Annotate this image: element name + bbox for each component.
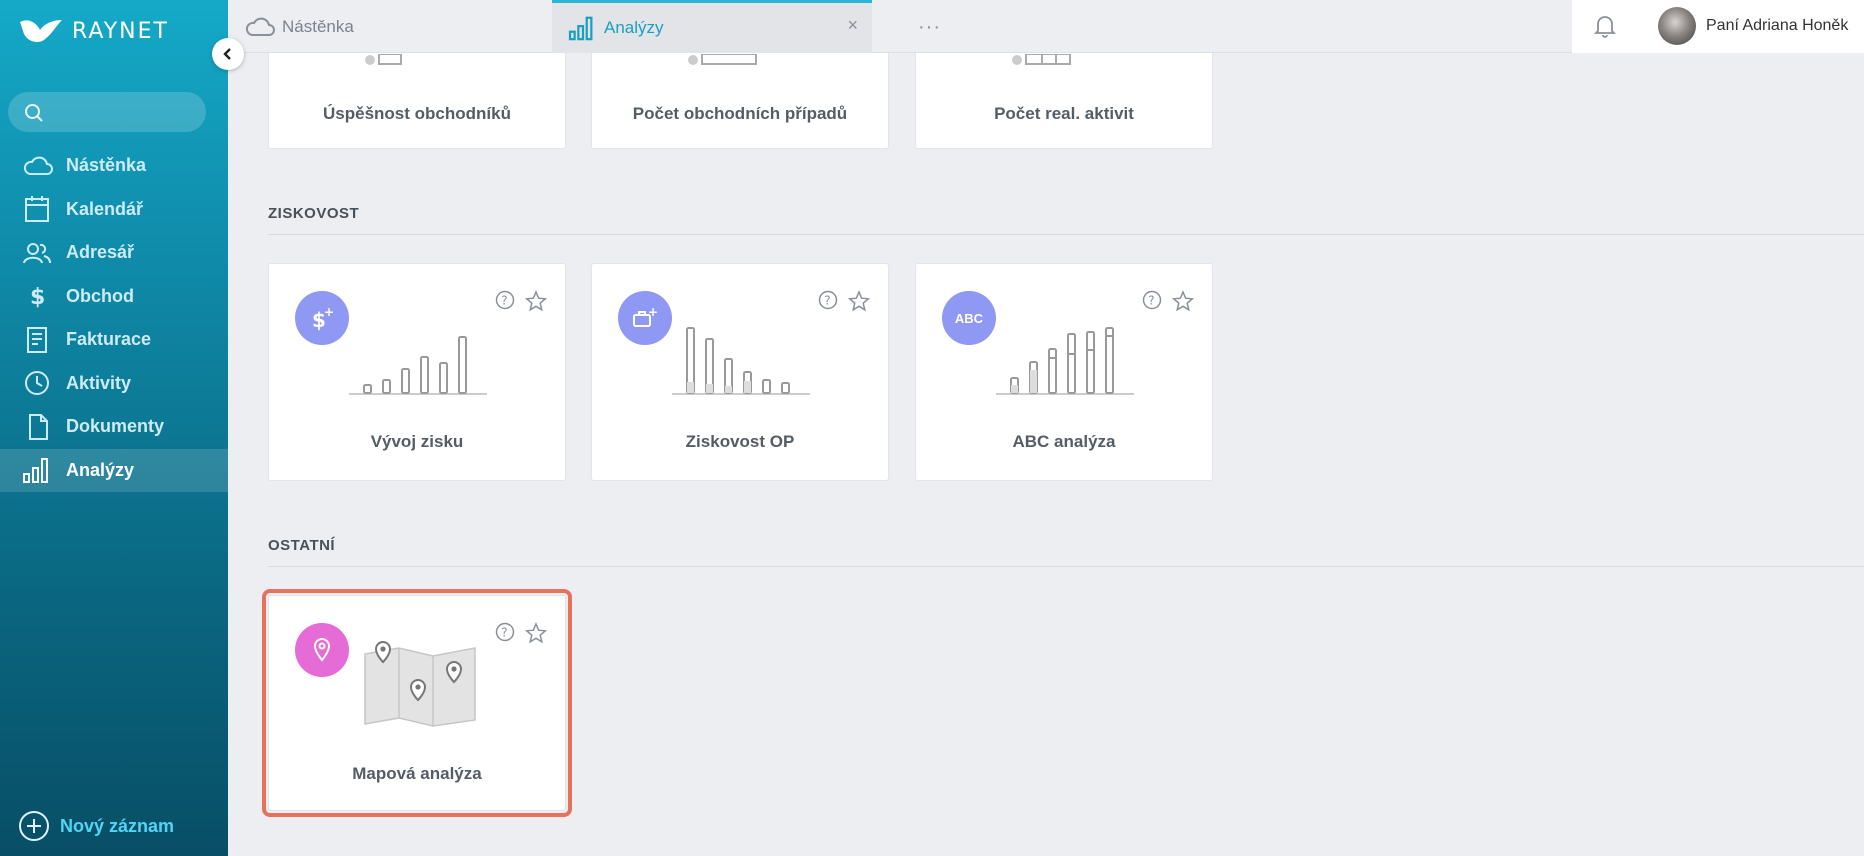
sidebar-item-analyzy[interactable]: Analýzy [0, 448, 228, 492]
document-icon [29, 413, 48, 440]
sidebar-item-label: Adresář [66, 242, 135, 263]
invoice-icon [27, 326, 47, 353]
card-uspesnost-obchodniku[interactable]: Úspěšnost obchodníků [268, 53, 566, 149]
card-illustration [688, 54, 757, 65]
help-icon[interactable]: ? [495, 290, 515, 310]
cloud-icon [23, 156, 53, 175]
sidebar-item-label: Fakturace [66, 329, 152, 350]
map-pin-icon [295, 623, 349, 677]
top-bar: Nástěnka Analýzy × ··· Paní Adriana Honě… [228, 0, 1864, 53]
star-icon[interactable] [525, 290, 547, 312]
clock-icon [25, 371, 49, 396]
chevron-left-icon [223, 48, 231, 60]
avatar[interactable] [1658, 7, 1696, 45]
raynet-logo-icon [20, 20, 62, 42]
tab-label: Analýzy [604, 18, 664, 37]
search-icon [25, 104, 43, 122]
abc-badge: ABC [942, 291, 996, 345]
bar-chart-illustration [349, 336, 487, 395]
section-label-ostatni: OSTATNÍ [268, 537, 336, 554]
new-record-button[interactable]: Nový záznam [18, 810, 174, 842]
sidebar-item-label: Dokumenty [66, 416, 165, 437]
new-record-label: Nový záznam [60, 815, 175, 836]
card-abc-analyza[interactable]: ABC ? ABC analýza [915, 263, 1213, 481]
section-divider [268, 566, 1864, 567]
card-title: Mapová analýza [352, 764, 482, 783]
more-tabs-button[interactable]: ··· [918, 16, 941, 39]
sidebar-item-fakturace[interactable]: Fakturace [0, 318, 228, 362]
briefcase-plus-icon: + [618, 291, 672, 345]
cloud-icon [245, 17, 275, 36]
sidebar-item-nastenka[interactable]: Nástěnka [0, 144, 228, 188]
dollar-icon: $ [30, 285, 45, 309]
card-ziskovost-op[interactable]: + ? Ziskovost OP [591, 263, 889, 481]
tab-analyzy[interactable]: Analýzy × [552, 0, 872, 53]
card-pocet-obchodnich-pripadu[interactable]: Počet obchodních případů [591, 53, 889, 149]
sidebar-collapse-button[interactable] [212, 38, 244, 70]
logo-text: RAYNET [72, 18, 169, 44]
sidebar-item-label: Kalendář [66, 198, 144, 219]
card-title: Úspěšnost obchodníků [323, 104, 511, 123]
svg-text:?: ? [501, 294, 507, 308]
close-tab-icon[interactable]: × [847, 15, 858, 36]
sidebar-item-adresar[interactable]: Adresář [0, 231, 228, 275]
stacked-bar-illustration [672, 327, 810, 395]
card-title: ABC analýza [1012, 432, 1116, 451]
bar-chart-icon [568, 16, 593, 41]
svg-text:?: ? [824, 294, 830, 308]
sidebar-item-dokumenty[interactable]: Dokumenty [0, 405, 228, 449]
card-vyvoj-zisku[interactable]: $ + ? Vývoj zisku [268, 263, 566, 481]
card-title: Počet obchodních případů [632, 104, 848, 123]
card-pocet-real-aktivit[interactable]: Počet real. aktivit [915, 53, 1213, 149]
section-label-ziskovost: ZISKOVOST [268, 205, 360, 222]
sidebar-item-label: Nástěnka [66, 155, 147, 176]
sidebar-item-obchod[interactable]: $ Obchod [0, 275, 228, 319]
sidebar-item-label: Obchod [66, 285, 134, 306]
svg-text:$: $ [30, 285, 45, 309]
card-title: Vývoj zisku [370, 432, 464, 451]
star-icon[interactable] [848, 290, 870, 312]
calendar-icon [25, 196, 49, 223]
card-mapova-analyza[interactable]: ? Mapová analýza [268, 595, 566, 811]
tab-label: Nástěnka [282, 16, 354, 36]
bar-chart-icon [23, 458, 48, 484]
raynet-logo[interactable]: RAYNET [18, 16, 169, 46]
card-title: Počet real. aktivit [994, 104, 1134, 123]
sidebar-item-kalendar[interactable]: Kalendář [0, 188, 228, 232]
card-illustration [1012, 54, 1071, 65]
bell-icon[interactable] [1594, 14, 1616, 38]
user-area: Paní Adriana Honěk [1572, 0, 1864, 53]
contacts-icon [23, 242, 51, 264]
star-icon[interactable] [525, 622, 547, 644]
card-title: Ziskovost OP [685, 432, 795, 451]
analyses-content: Úspěšnost obchodníků Počet obchodních př… [228, 53, 1864, 856]
card-illustration [365, 54, 402, 65]
sidebar-nav: Nástěnka Kalendář Adresář $ Obchod Faktu… [0, 144, 228, 492]
sidebar-search-input[interactable] [8, 92, 206, 132]
plus-circle-icon [19, 811, 49, 841]
section-divider [268, 234, 1864, 235]
sidebar: RAYNET Nástěnka Kalendář Adresář $ Obcho… [0, 0, 228, 856]
svg-text:?: ? [501, 626, 507, 640]
tab-nastenka[interactable]: Nástěnka [244, 0, 354, 53]
sidebar-item-aktivity[interactable]: Aktivity [0, 362, 228, 406]
user-name[interactable]: Paní Adriana Honěk [1706, 17, 1848, 35]
svg-text:+: + [648, 305, 658, 319]
svg-text:+: + [324, 305, 334, 319]
sidebar-item-label: Aktivity [66, 372, 132, 393]
help-icon[interactable]: ? [1142, 290, 1162, 310]
svg-text:?: ? [1148, 294, 1154, 308]
star-icon[interactable] [1172, 290, 1194, 312]
sidebar-item-label: Analýzy [66, 459, 135, 480]
map-illustration [364, 640, 476, 727]
help-icon[interactable]: ? [495, 622, 515, 642]
dollar-plus-icon: $ + [295, 291, 349, 345]
help-icon[interactable]: ? [818, 290, 838, 310]
stacked-bar-illustration [996, 327, 1134, 395]
